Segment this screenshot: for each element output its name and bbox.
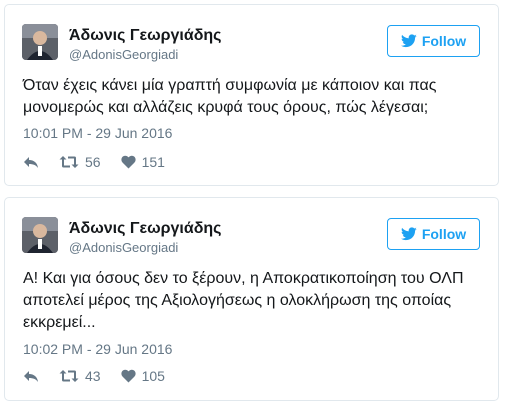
retweet-button[interactable]: 56: [59, 154, 101, 170]
follow-label: Follow: [421, 33, 467, 49]
retweet-button[interactable]: 43: [59, 368, 101, 384]
author-handle[interactable]: @AdonisGeorgiadi: [69, 47, 178, 62]
tweet-card: Άδωνις Γεωργιάδης @AdonisGeorgiadi Follo…: [4, 4, 499, 186]
tweet-timestamp[interactable]: 10:02 PM - 29 Jun 2016: [23, 341, 172, 357]
retweet-count: 56: [85, 154, 101, 170]
tweet-text: Όταν έχεις κάνει μία γραπτή συμφωνία με …: [23, 77, 437, 116]
twitter-bird-icon: [400, 34, 417, 48]
reply-button[interactable]: [23, 369, 39, 383]
reply-icon: [24, 371, 38, 382]
twitter-bird-icon: [400, 227, 417, 241]
reply-button[interactable]: [23, 155, 39, 169]
author-name[interactable]: Άδωνις Γεωργιάδης: [69, 27, 221, 45]
tweet-timestamp[interactable]: 10:01 PM - 29 Jun 2016: [23, 125, 172, 141]
retweet-count: 43: [85, 368, 101, 384]
heart-icon: [120, 155, 136, 169]
like-button[interactable]: 105: [120, 368, 165, 384]
like-count: 105: [141, 368, 165, 384]
follow-label: Follow: [421, 226, 467, 242]
tweet-text: Α! Και για όσους δεν το ξέρουν, η Αποκρα…: [23, 270, 464, 331]
author-name[interactable]: Άδωνις Γεωργιάδης: [69, 220, 221, 238]
tweet-actions: 43 105: [23, 366, 165, 386]
retweet-icon: [59, 156, 79, 168]
author-handle[interactable]: @AdonisGeorgiadi: [69, 240, 178, 255]
like-button[interactable]: 151: [120, 154, 165, 170]
follow-button[interactable]: Follow: [387, 218, 480, 250]
heart-icon: [120, 369, 136, 383]
avatar[interactable]: [22, 24, 58, 60]
like-count: 151: [141, 154, 165, 170]
tweet-card: Άδωνις Γεωργιάδης @AdonisGeorgiadi Follo…: [4, 197, 499, 401]
follow-button[interactable]: Follow: [387, 25, 480, 57]
tweet-actions: 56 151: [23, 152, 165, 172]
reply-icon: [24, 157, 38, 168]
retweet-icon: [59, 370, 79, 382]
avatar[interactable]: [22, 217, 58, 253]
